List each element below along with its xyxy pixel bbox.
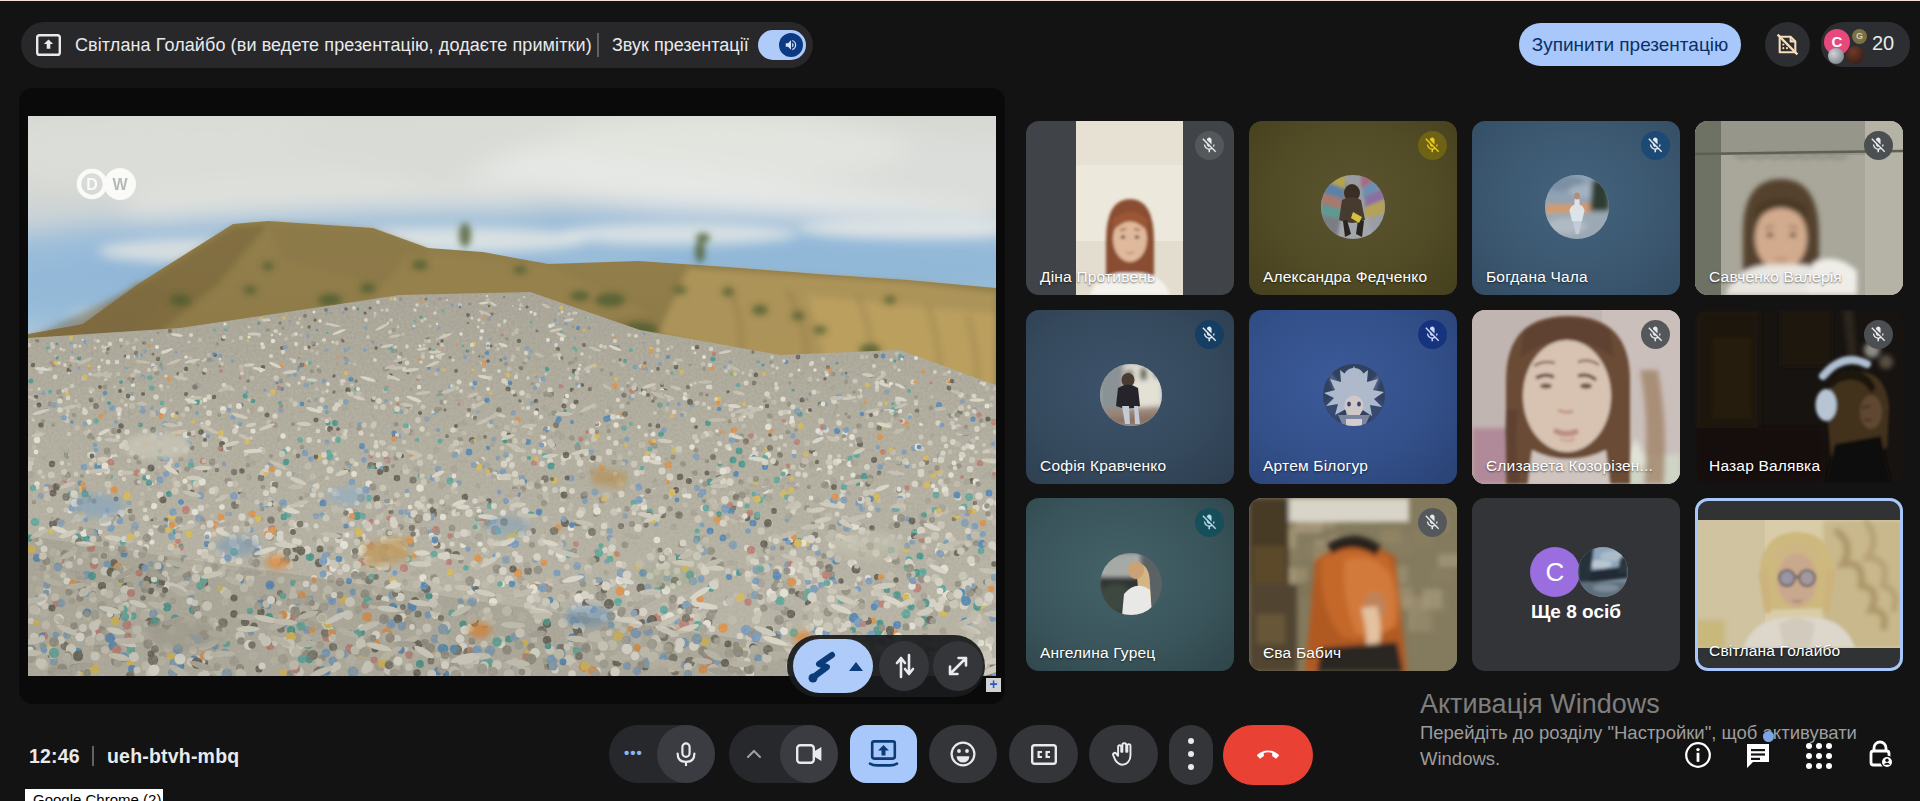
svg-text:C: C bbox=[1546, 557, 1565, 587]
svg-text:D: D bbox=[86, 176, 98, 193]
svg-text:W: W bbox=[112, 176, 128, 193]
